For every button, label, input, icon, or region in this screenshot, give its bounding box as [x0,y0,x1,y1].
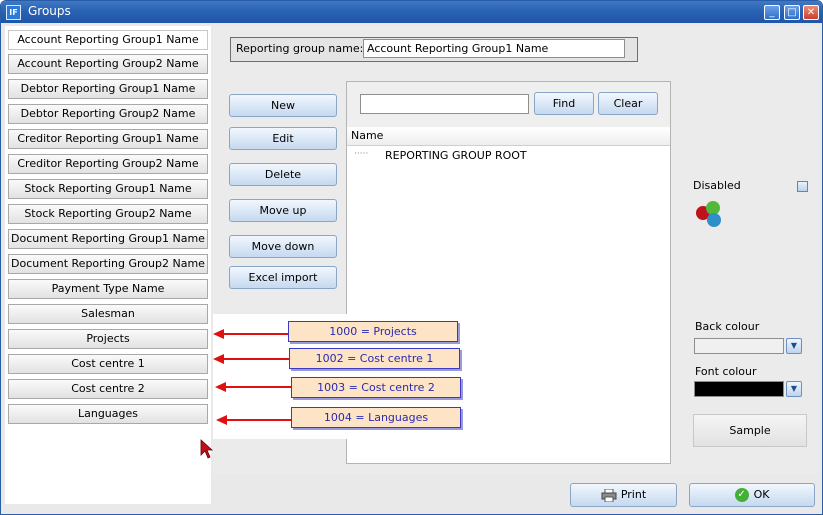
back-colour-select[interactable]: ▼ [694,338,802,355]
print-button[interactable]: Print [570,483,677,507]
printer-icon [601,488,617,502]
ok-button[interactable]: ✓ OK [689,483,815,507]
red-arrow-icon [213,354,290,364]
group-item[interactable]: Document Reporting Group2 Name [8,254,208,274]
group-item-projects[interactable]: Projects [8,329,208,349]
red-arrow-icon [215,382,292,392]
print-label: Print [620,488,647,501]
group-item[interactable]: Document Reporting Group1 Name [8,229,208,249]
colour-palette-icon [696,201,721,227]
tree-connector: ····· [354,149,369,159]
edit-button[interactable]: Edit [229,127,337,150]
disabled-checkbox[interactable] [797,181,808,192]
delete-button[interactable]: Delete [229,163,337,186]
chevron-down-icon[interactable]: ▼ [786,338,802,354]
group-item[interactable]: Account Reporting Group2 Name [8,54,208,74]
move-down-button[interactable]: Move down [229,235,337,258]
chevron-down-icon[interactable]: ▼ [786,381,802,397]
red-arrow-icon [213,329,289,339]
title-bar[interactable]: IF Groups _ □ ✕ [1,1,822,23]
annotation-label: 1002 = Cost centre 1 [289,348,460,369]
reporting-group-name-input[interactable]: Account Reporting Group1 Name [363,39,625,58]
disabled-label: Disabled [693,179,741,192]
new-button[interactable]: New [229,94,337,117]
search-input[interactable] [360,94,529,114]
check-icon: ✓ [734,488,749,502]
minimize-icon[interactable]: _ [764,5,780,20]
maximize-icon[interactable]: □ [784,5,800,20]
back-colour-label: Back colour [695,320,760,333]
tree-root-node[interactable]: REPORTING GROUP ROOT [385,149,527,162]
app-logo-icon: IF [6,5,21,20]
annotation-label: 1000 = Projects [288,321,458,342]
move-up-button[interactable]: Move up [229,199,337,222]
font-colour-select[interactable]: ▼ [694,381,802,398]
group-item-cost-centre-2[interactable]: Cost centre 2 [8,379,208,399]
sample-button[interactable]: Sample [693,414,807,447]
close-icon[interactable]: ✕ [803,5,819,20]
excel-import-button[interactable]: Excel import [229,266,337,289]
group-item[interactable]: Debtor Reporting Group2 Name [8,104,208,124]
group-list: Account Reporting Group1 Name Account Re… [5,26,211,504]
group-item[interactable]: Stock Reporting Group1 Name [8,179,208,199]
font-colour-swatch [694,381,784,397]
group-item-languages[interactable]: Languages [8,404,208,424]
window-title: Groups [28,4,71,18]
group-item[interactable]: Payment Type Name [8,279,208,299]
group-item[interactable]: Account Reporting Group1 Name [8,30,208,50]
group-item[interactable]: Stock Reporting Group2 Name [8,204,208,224]
red-arrow-icon [216,415,292,425]
annotation-label: 1004 = Languages [291,407,461,428]
group-item[interactable]: Creditor Reporting Group2 Name [8,154,208,174]
font-colour-label: Font colour [695,365,757,378]
reporting-group-label: Reporting group name: [236,42,364,55]
groups-window: IF Groups _ □ ✕ Account Reporting Group1… [0,0,823,515]
group-item[interactable]: Salesman [8,304,208,324]
tree-column-header[interactable]: Name [347,127,670,146]
clear-button[interactable]: Clear [598,92,658,115]
back-colour-swatch [694,338,784,354]
find-button[interactable]: Find [534,92,594,115]
ok-label: OK [753,488,770,501]
annotation-label: 1003 = Cost centre 2 [291,377,461,398]
group-item[interactable]: Debtor Reporting Group1 Name [8,79,208,99]
group-item[interactable]: Creditor Reporting Group1 Name [8,129,208,149]
mouse-pointer-icon [200,439,214,459]
group-item-cost-centre-1[interactable]: Cost centre 1 [8,354,208,374]
